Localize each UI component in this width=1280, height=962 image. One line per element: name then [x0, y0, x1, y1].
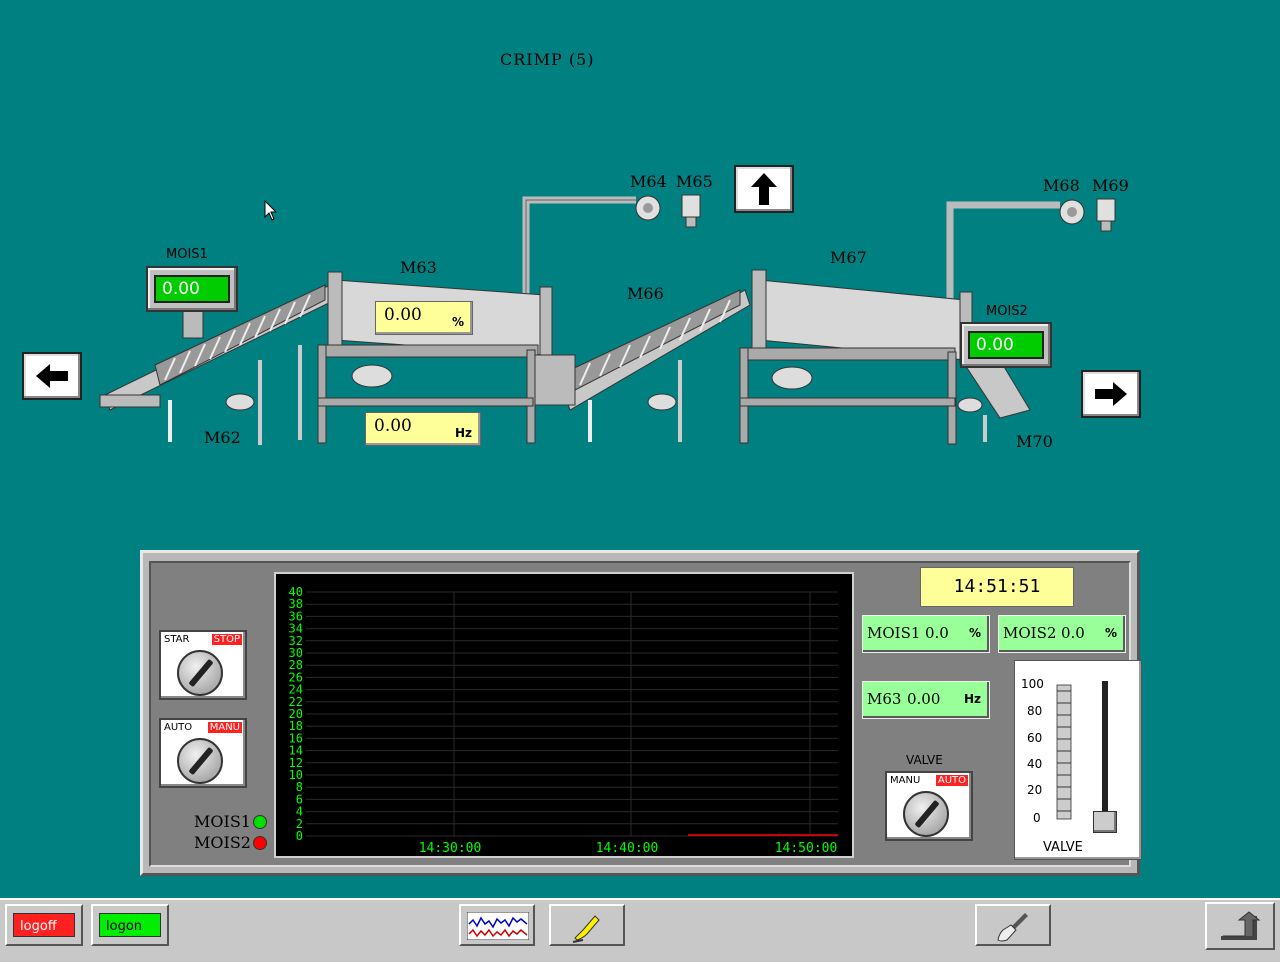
m63-percent-readout: 0.00 % — [375, 301, 473, 335]
m64-label: M64 — [630, 172, 667, 191]
mois1-meter-label: MOIS1 — [166, 247, 208, 262]
x-tick-label: 14:40:00 — [596, 841, 659, 856]
mois1-readout: MOIS1 0.0 % — [862, 615, 990, 653]
m63-readout: M63 0.00 Hz — [862, 681, 990, 719]
slider-tick: 0 — [1033, 811, 1041, 825]
trend-plot: 403836343230282624222018161412108642014:… — [289, 585, 838, 856]
m63-percent-unit: % — [451, 315, 464, 329]
m70-label: M70 — [1016, 432, 1053, 451]
up-screen-button[interactable] — [734, 165, 794, 213]
stop-label: STOP — [211, 634, 242, 645]
brush-icon — [997, 913, 1028, 942]
trend-chart: 40 38 36 34 32 30 28 26 24 22 20 18 16 14 12 10 8 6 4 2 0 14:… — [274, 572, 854, 858]
m68-label: M68 — [1043, 176, 1080, 195]
m69-label: M69 — [1092, 176, 1129, 195]
mois2-status-dot — [253, 836, 267, 850]
auto-label: AUTO — [164, 722, 193, 733]
mois2-readout-unit: % — [1104, 626, 1117, 640]
valve-slider[interactable]: 100 80 60 40 20 0 VALVE — [1014, 660, 1142, 860]
m63-readout-key: M63 — [867, 690, 902, 708]
exit-button[interactable] — [1205, 902, 1275, 950]
arrow-up-icon — [751, 173, 777, 205]
valve-slider-caption: VALVE — [1043, 840, 1083, 855]
slider-tick: 60 — [1027, 731, 1043, 745]
m62-label: M62 — [204, 428, 241, 447]
trend-view-button[interactable] — [459, 904, 535, 946]
start-stop-switch[interactable]: STAR STOP — [159, 630, 247, 700]
m66-label: M66 — [627, 284, 664, 303]
mouse-cursor-icon — [264, 200, 278, 221]
slider-tick: 100 — [1021, 677, 1044, 691]
valve-manu-label: MANU — [890, 775, 921, 786]
m63-percent-value: 0.00 — [384, 305, 422, 325]
mois2-meter-label: MOIS2 — [986, 304, 1028, 319]
rotary-knob-icon — [177, 738, 223, 784]
clear-button[interactable] — [975, 904, 1051, 946]
y-tick-label: 0 — [296, 829, 303, 843]
trend-chart-icon — [467, 912, 529, 940]
clock-display: 14:51:51 — [920, 567, 1074, 607]
hz-readout: 0.00 Hz — [365, 412, 481, 446]
arrow-right-icon — [1095, 382, 1127, 406]
legend-mois2: MOIS2 — [194, 833, 251, 852]
taskbar — [0, 898, 1280, 962]
start-label: STAR — [164, 634, 190, 645]
valve-slider-thumb[interactable] — [1093, 811, 1117, 833]
mois1-readout-value: 0.0 — [925, 624, 949, 642]
mois1-readout-key: MOIS1 — [867, 624, 921, 642]
hz-value: 0.00 — [374, 416, 412, 436]
valve-auto-label: AUTO — [935, 775, 968, 786]
m65-label: M65 — [676, 172, 713, 191]
mois2-meter-value: 0.00 — [968, 331, 1044, 359]
next-screen-button[interactable] — [1081, 370, 1141, 418]
m63-label: M63 — [400, 258, 437, 277]
logon-button[interactable]: logon — [91, 904, 169, 946]
m63-readout-value: 0.00 — [907, 690, 941, 708]
slider-tick: 80 — [1027, 704, 1043, 718]
arrow-left-icon — [36, 364, 68, 388]
auto-manu-switch[interactable]: AUTO MANU — [159, 718, 247, 788]
slider-tick: 20 — [1027, 783, 1043, 797]
rotary-knob-icon — [903, 791, 949, 837]
logon-label: logon — [99, 913, 161, 937]
manu-label: MANU — [207, 722, 242, 733]
mois2-readout-value: 0.0 — [1061, 624, 1085, 642]
x-tick-label: 14:30:00 — [419, 841, 482, 856]
mois2-readout: MOIS2 0.0 % — [998, 615, 1126, 653]
m67-label: M67 — [830, 248, 867, 267]
return-arrow-icon — [1221, 911, 1261, 940]
mois2-meter: 0.00 — [960, 322, 1052, 368]
rotary-knob-icon — [177, 650, 223, 696]
x-tick-label: 14:50:00 — [775, 841, 838, 856]
slider-tick: 40 — [1027, 757, 1043, 771]
valve-switch-title: VALVE — [906, 753, 943, 767]
mois1-meter: 0.00 — [146, 266, 238, 312]
pen-icon — [572, 915, 600, 943]
legend-mois1: MOIS1 — [194, 812, 251, 831]
logoff-button[interactable]: logoff — [5, 904, 83, 946]
mois2-readout-key: MOIS2 — [1003, 624, 1057, 642]
mois1-status-dot — [253, 815, 267, 829]
alarm-button[interactable] — [549, 904, 625, 946]
m63-readout-unit: Hz — [963, 692, 981, 706]
mois1-readout-unit: % — [968, 626, 981, 640]
hz-unit: Hz — [454, 426, 472, 440]
prev-screen-button[interactable] — [22, 352, 82, 400]
logoff-label: logoff — [13, 913, 75, 937]
mois1-meter-value: 0.00 — [154, 275, 230, 303]
valve-manu-auto-switch[interactable]: MANU AUTO — [885, 771, 973, 841]
